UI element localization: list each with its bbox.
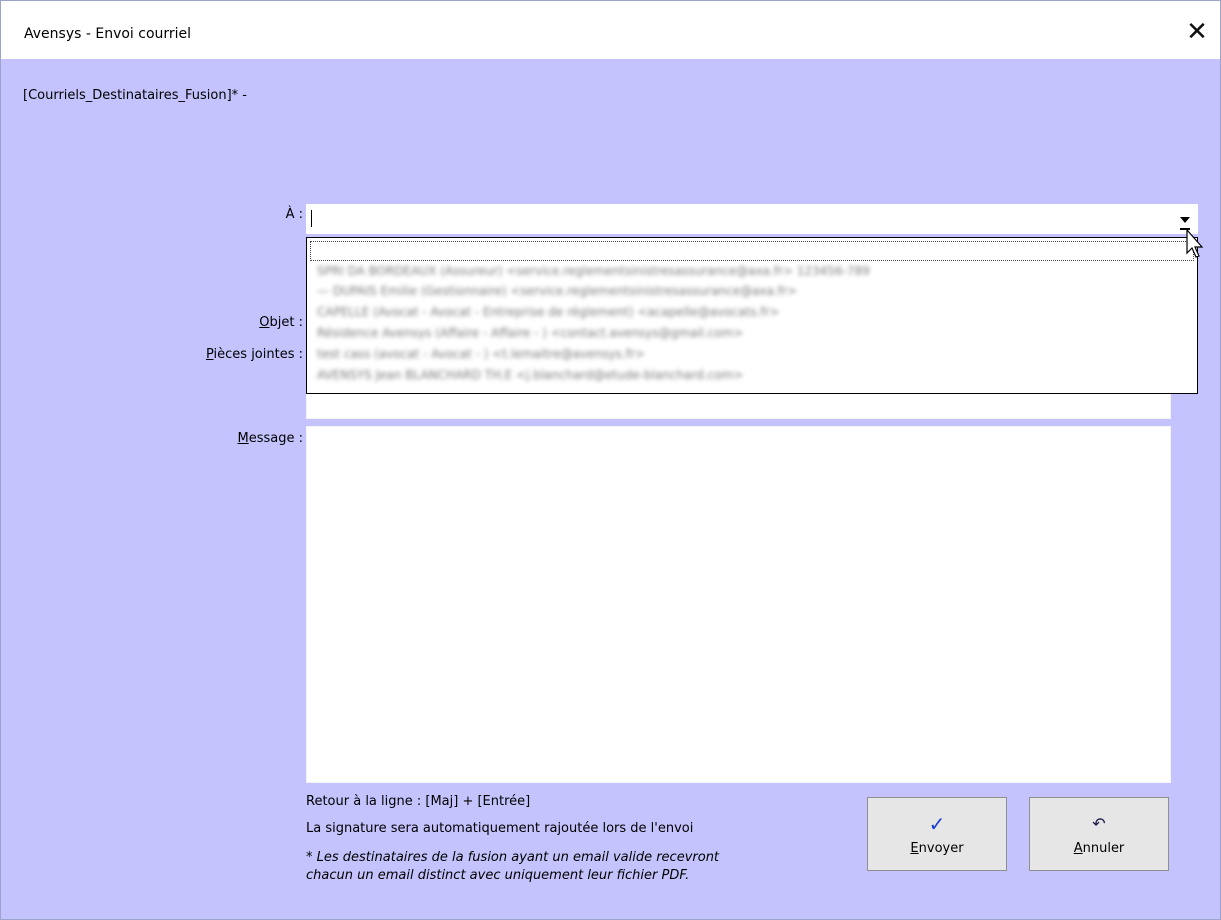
dialog-window: Avensys - Envoi courriel ✕ [Courriels_De… [0,0,1221,920]
message-label-text: essage : [248,431,303,446]
send-label: Envoyer [910,841,963,856]
signature-hint: La signature sera automatiquement rajout… [306,821,694,836]
message-label: Message : [181,431,304,446]
dropdown-item[interactable]: test cass (avocat - Avocat - ) <t.lemait… [317,347,1187,361]
attachments-label: Pièces jointes : [151,347,303,362]
dropdown-empty-item[interactable] [310,241,1194,261]
send-button[interactable]: ✓ Envoyer [867,797,1007,871]
window-title: Avensys - Envoi courriel [24,26,192,42]
recipients-dropdown-list[interactable]: SPRI DA BORDEAUX (Assureur) <service.reg… [306,237,1198,394]
title-bar: Avensys - Envoi courriel ✕ [1,1,1220,59]
cancel-button[interactable]: ↶ Annuler [1029,797,1169,871]
close-button[interactable]: ✕ [1174,9,1220,55]
subject-label-mnemonic: O [259,315,270,330]
line-break-hint: Retour à la ligne : [Maj] + [Entrée] [306,794,531,809]
merge-note: * Les destinataires de la fusion ayant u… [306,849,866,885]
to-label: À : [241,207,303,222]
attachments-label-mnemonic: P [205,347,214,362]
subject-label-text: bjet : [269,315,303,330]
subject-label: Objet : [201,315,303,330]
cancel-mnemonic: A [1073,840,1083,856]
message-label-mnemonic: M [237,431,249,446]
cancel-label: Annuler [1074,841,1125,856]
dropdown-item[interactable]: — DUPAIS Emilie (Gestionnaire) <service.… [317,284,1187,298]
send-mnemonic: E [910,840,919,856]
to-combobox[interactable] [306,204,1198,234]
dropdown-item[interactable]: AVENSYS Jean BLANCHARD TH.E <j.blanchard… [317,368,1187,382]
merge-note-line2: chacun un email distinct avec uniquement… [306,868,690,883]
undo-icon: ↶ [1092,813,1106,833]
mouse-pointer-icon [1186,229,1204,258]
dropdown-item[interactable]: SPRI DA BORDEAUX (Assureur) <service.reg… [317,264,1187,278]
text-caret [311,210,312,227]
message-textarea[interactable] [306,426,1171,783]
send-label-text: nvoyer [918,840,964,856]
checkmark-icon: ✓ [928,811,946,836]
merge-subtitle: [Courriels_Destinataires_Fusion]* - [23,88,247,103]
dropdown-item[interactable]: Résidence Avensys (Affaire - Affaire - )… [317,326,1187,340]
cancel-label-text: nnuler [1082,840,1125,856]
close-icon: ✕ [1186,17,1208,47]
to-label-suffix: : [294,207,303,222]
dropdown-item[interactable]: CAPELLE (Avocat - Avocat - Entreprise de… [317,305,1187,319]
chevron-down-icon [1180,217,1190,223]
attachments-label-text: ièces jointes : [213,347,303,362]
merge-note-line1: * Les destinataires de la fusion ayant u… [306,850,720,865]
